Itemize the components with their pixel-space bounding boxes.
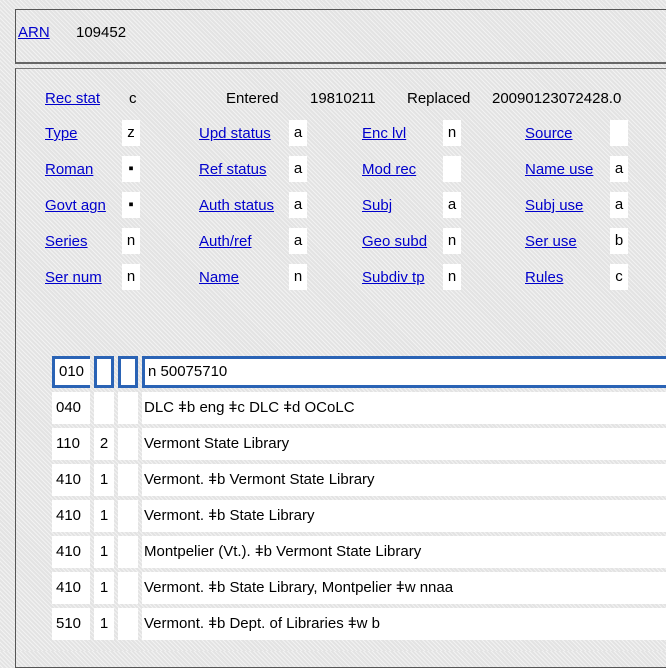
entered-label: Entered: [226, 90, 279, 107]
govt-agn-link[interactable]: Govt agn: [45, 197, 106, 214]
indicator-2[interactable]: [118, 428, 138, 460]
geo-subd-link[interactable]: Geo subd: [362, 233, 427, 250]
type-link[interactable]: Type: [45, 125, 78, 142]
ref-status-link[interactable]: Ref status: [199, 161, 267, 178]
field-tag[interactable]: 010: [52, 356, 90, 388]
subj-use-link[interactable]: Subj use: [525, 197, 583, 214]
table-row[interactable]: 040 DLC ǂb eng ǂc DLC ǂd OCoLC: [52, 392, 666, 424]
field-value[interactable]: Vermont. ǂb State Library: [142, 500, 666, 532]
indicator-2[interactable]: [118, 608, 138, 640]
source-link[interactable]: Source: [525, 125, 573, 142]
indicator-1[interactable]: [94, 392, 114, 424]
indicator-2[interactable]: [118, 536, 138, 568]
roman-value[interactable]: ▪: [122, 156, 140, 182]
field-tag[interactable]: 410: [52, 536, 90, 568]
rec-stat-value: c: [129, 90, 137, 107]
enc-lvl-value[interactable]: n: [443, 120, 461, 146]
geo-subd-value[interactable]: n: [443, 228, 461, 254]
table-row[interactable]: 410 1 Vermont. ǂb State Library: [52, 500, 666, 532]
field-tag[interactable]: 410: [52, 500, 90, 532]
ser-use-value[interactable]: b: [610, 228, 628, 254]
ser-num-value[interactable]: n: [122, 264, 140, 290]
mod-rec-value[interactable]: [443, 156, 461, 182]
auth-ref-value[interactable]: a: [289, 228, 307, 254]
subj-value[interactable]: a: [443, 192, 461, 218]
upd-status-value[interactable]: a: [289, 120, 307, 146]
rules-link[interactable]: Rules: [525, 269, 563, 286]
field-tag[interactable]: 410: [52, 464, 90, 496]
field-tag[interactable]: 110: [52, 428, 90, 460]
name-use-value[interactable]: a: [610, 156, 628, 182]
auth-status-link[interactable]: Auth status: [199, 197, 274, 214]
indicator-2[interactable]: [118, 464, 138, 496]
indicator-2[interactable]: [118, 572, 138, 604]
subdiv-tp-value[interactable]: n: [443, 264, 461, 290]
replaced-value: 20090123072428.0: [492, 90, 622, 107]
indicator-1[interactable]: 1: [94, 464, 114, 496]
source-value[interactable]: [610, 120, 628, 146]
field-tag[interactable]: 040: [52, 392, 90, 424]
auth-ref-link[interactable]: Auth/ref: [199, 233, 252, 250]
upd-status-link[interactable]: Upd status: [199, 125, 271, 142]
subdiv-tp-link[interactable]: Subdiv tp: [362, 269, 425, 286]
enc-lvl-link[interactable]: Enc lvl: [362, 125, 406, 142]
table-row[interactable]: 010 n 50075710: [52, 356, 666, 388]
indicator-2[interactable]: [118, 356, 138, 388]
indicator-1[interactable]: 1: [94, 572, 114, 604]
subj-use-value[interactable]: a: [610, 192, 628, 218]
name-use-link[interactable]: Name use: [525, 161, 593, 178]
ref-status-value[interactable]: a: [289, 156, 307, 182]
subj-link[interactable]: Subj: [362, 197, 392, 214]
field-value[interactable]: Montpelier (Vt.). ǂb Vermont State Libra…: [142, 536, 666, 568]
replaced-label: Replaced: [407, 90, 471, 107]
table-row[interactable]: 410 1 Montpelier (Vt.). ǂb Vermont State L…: [52, 536, 666, 568]
name-value[interactable]: n: [289, 264, 307, 290]
field-value[interactable]: DLC ǂb eng ǂc DLC ǂd OCoLC: [142, 392, 666, 424]
table-row[interactable]: 410 1 Vermont. ǂb Vermont State Library: [52, 464, 666, 496]
field-value[interactable]: Vermont. ǂb Vermont State Library: [142, 464, 666, 496]
series-value[interactable]: n: [122, 228, 140, 254]
indicator-1[interactable]: 1: [94, 608, 114, 640]
roman-link[interactable]: Roman: [45, 161, 93, 178]
indicator-2[interactable]: [118, 392, 138, 424]
entered-value: 19810211: [310, 90, 376, 107]
rules-value[interactable]: c: [610, 264, 628, 290]
field-value[interactable]: Vermont. ǂb State Library, Montpelier ǂw…: [142, 572, 666, 604]
table-row[interactable]: 110 2 Vermont State Library: [52, 428, 666, 460]
indicator-1[interactable]: 1: [94, 536, 114, 568]
indicator-1[interactable]: [94, 356, 114, 388]
type-value[interactable]: z: [122, 120, 140, 146]
field-value[interactable]: Vermont State Library: [142, 428, 666, 460]
rec-stat-link[interactable]: Rec stat: [45, 90, 100, 107]
series-link[interactable]: Series: [45, 233, 88, 250]
ser-use-link[interactable]: Ser use: [525, 233, 577, 250]
arn-link[interactable]: ARN: [18, 24, 50, 41]
auth-status-value[interactable]: a: [289, 192, 307, 218]
indicator-1[interactable]: 2: [94, 428, 114, 460]
field-value[interactable]: Vermont. ǂb Dept. of Libraries ǂw b: [142, 608, 666, 640]
indicator-1[interactable]: 1: [94, 500, 114, 532]
ser-num-link[interactable]: Ser num: [45, 269, 102, 286]
arn-value: 109452: [76, 24, 127, 41]
table-row[interactable]: 510 1 Vermont. ǂb Dept. of Libraries ǂw b: [52, 608, 666, 640]
table-row[interactable]: 410 1 Vermont. ǂb State Library, Montpelie…: [52, 572, 666, 604]
field-value[interactable]: n 50075710: [142, 356, 666, 388]
mod-rec-link[interactable]: Mod rec: [362, 161, 416, 178]
field-tag[interactable]: 510: [52, 608, 90, 640]
field-tag[interactable]: 410: [52, 572, 90, 604]
govt-agn-value[interactable]: ▪: [122, 192, 140, 218]
name-link[interactable]: Name: [199, 269, 239, 286]
indicator-2[interactable]: [118, 500, 138, 532]
